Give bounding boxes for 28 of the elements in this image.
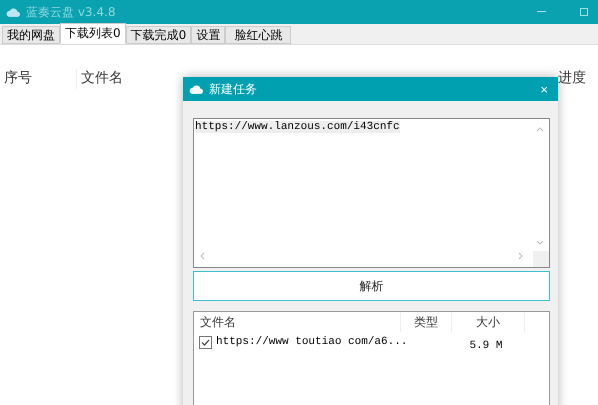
cloud-icon [6,8,20,16]
column-header: 类型 [401,312,452,332]
url-input[interactable]: https://www.lanzous.com/i43cnfc [193,118,550,268]
scroll-left-icon[interactable] [200,252,205,260]
minimize-icon[interactable] [537,11,546,13]
tab[interactable]: 我的网盘 [2,26,60,44]
dialog-title: 新建任务 [209,80,257,98]
scroll-up-icon[interactable] [536,127,544,132]
tab[interactable]: 下载列表0 [60,23,126,44]
tab[interactable]: 下载完成0 [126,26,192,44]
scroll-right-icon[interactable] [518,252,523,260]
file-size: 5.9 M [469,340,502,352]
window-title: 蓝奏云盘 v3.4.8 [26,4,116,20]
file-name: https://www toutiao com/a6... [216,336,408,348]
column-header: 大小 [452,312,525,332]
parse-button[interactable]: 解析 [193,271,550,301]
column-header: 序号 [0,69,77,89]
url-text: https://www.lanzous.com/i43cnfc [195,121,400,133]
maximize-icon[interactable] [580,8,588,16]
column-header: 文件名 [80,69,123,88]
tab[interactable]: 脸红心跳 [225,26,292,44]
tab[interactable]: 设置 [191,26,226,44]
checkbox[interactable] [199,336,212,348]
scroll-down-icon[interactable] [536,240,544,245]
column-header: 文件名 [194,312,401,332]
cloud-icon [189,84,203,94]
scrollbar-corner [533,251,549,267]
column-header: 进度 [557,69,586,88]
